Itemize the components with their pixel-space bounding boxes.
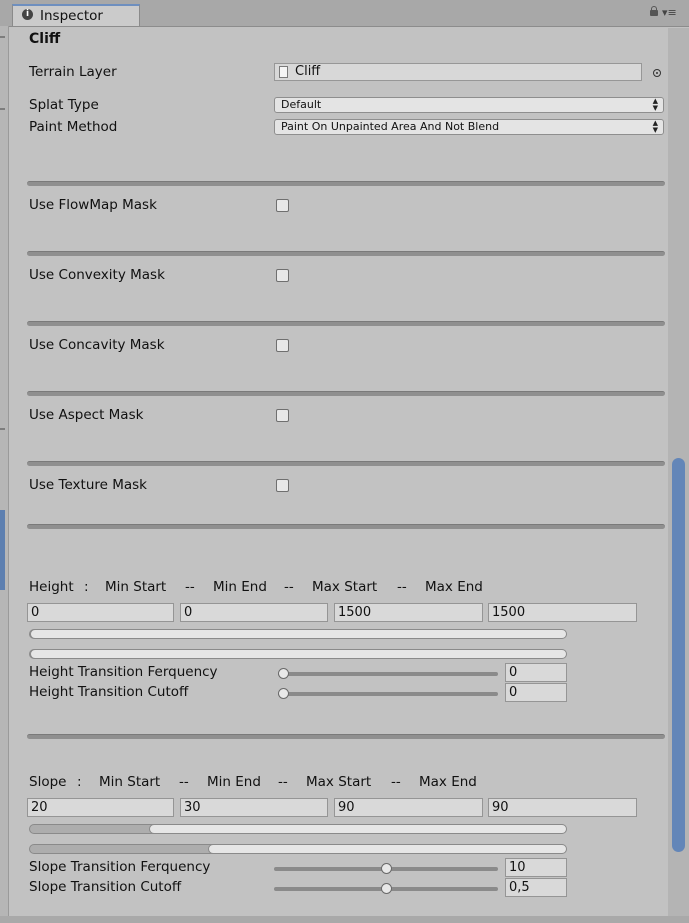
height-label: Height bbox=[29, 579, 74, 595]
height-colon: : bbox=[84, 579, 89, 595]
section-separator bbox=[27, 391, 665, 396]
splat-type-value: Default bbox=[281, 98, 322, 111]
scrollbar-thumb[interactable] bbox=[672, 458, 685, 852]
section-title: Cliff bbox=[29, 31, 61, 47]
height-transition-cutoff-field[interactable]: 0 bbox=[505, 683, 567, 702]
left-panel-scrollbar[interactable] bbox=[0, 510, 5, 590]
height-transition-frequency-field[interactable]: 0 bbox=[505, 663, 567, 682]
height-max-range-slider[interactable] bbox=[29, 649, 567, 659]
height-transition-cutoff-label: Height Transition Cutoff bbox=[29, 684, 189, 700]
slope-transition-frequency-field[interactable]: 10 bbox=[505, 858, 567, 877]
header-separator: -- bbox=[278, 774, 288, 790]
height-min-end-field[interactable]: 0 bbox=[180, 603, 328, 622]
splat-type-dropdown[interactable]: Default ▲ ▼ bbox=[274, 97, 664, 113]
height-min-start-field[interactable]: 0 bbox=[27, 603, 174, 622]
inspector-tab-bar: i Inspector ▾≡ bbox=[0, 0, 689, 27]
splat-type-label: Splat Type bbox=[29, 97, 99, 113]
convexity-mask-checkbox[interactable] bbox=[276, 269, 289, 282]
terrain-layer-label: Terrain Layer bbox=[29, 64, 117, 80]
bottom-edge bbox=[0, 916, 689, 923]
slope-header-min-start: Min Start bbox=[99, 774, 161, 790]
slider-thumb[interactable] bbox=[278, 688, 289, 699]
panel-edge-mark bbox=[0, 108, 5, 110]
height-header-max-start: Max Start bbox=[312, 579, 378, 595]
height-transition-frequency-label: Height Transition Ferquency bbox=[29, 664, 218, 680]
slope-header-max-end: Max End bbox=[419, 774, 477, 790]
section-separator bbox=[27, 181, 665, 186]
terrain-layer-value: Cliff bbox=[295, 64, 321, 79]
slope-min-range-fill[interactable] bbox=[148, 824, 567, 834]
lock-icon[interactable] bbox=[650, 6, 658, 16]
convexity-mask-label: Use Convexity Mask bbox=[29, 267, 165, 283]
dropdown-arrows-icon: ▲ ▼ bbox=[652, 97, 658, 112]
terrain-layer-field[interactable]: Cliff bbox=[274, 63, 642, 81]
header-separator: -- bbox=[179, 774, 189, 790]
aspect-mask-checkbox[interactable] bbox=[276, 409, 289, 422]
height-max-range-fill[interactable] bbox=[30, 649, 567, 659]
paint-method-label: Paint Method bbox=[29, 119, 118, 135]
height-max-start-field[interactable]: 1500 bbox=[334, 603, 483, 622]
slope-header-max-start: Max Start bbox=[306, 774, 372, 790]
slope-max-range-fill[interactable] bbox=[208, 844, 567, 854]
slider-thumb[interactable] bbox=[380, 863, 392, 874]
dropdown-arrows-icon: ▲ ▼ bbox=[652, 119, 658, 134]
slope-max-end-field[interactable]: 90 bbox=[488, 798, 637, 817]
aspect-mask-label: Use Aspect Mask bbox=[29, 407, 144, 423]
header-separator: -- bbox=[391, 774, 401, 790]
panel-edge-mark bbox=[0, 428, 5, 430]
slope-min-range-slider[interactable] bbox=[29, 824, 567, 834]
slope-label: Slope bbox=[29, 774, 67, 790]
header-separator: -- bbox=[284, 579, 294, 595]
slope-transition-cutoff-field[interactable]: 0,5 bbox=[505, 878, 567, 897]
slope-header-min-end: Min End bbox=[207, 774, 261, 790]
section-separator bbox=[27, 461, 665, 466]
height-header-min-end: Min End bbox=[213, 579, 267, 595]
paint-method-value: Paint On Unpainted Area And Not Blend bbox=[281, 120, 500, 133]
texture-mask-checkbox[interactable] bbox=[276, 479, 289, 492]
height-min-range-fill[interactable] bbox=[30, 629, 567, 639]
slope-range-header: Slope : Min Start -- Min End -- Max Star… bbox=[0, 774, 689, 790]
slope-transition-cutoff-label: Slope Transition Cutoff bbox=[29, 879, 182, 895]
file-icon bbox=[279, 66, 288, 78]
section-separator bbox=[27, 251, 665, 256]
flowmap-mask-label: Use FlowMap Mask bbox=[29, 197, 157, 213]
slider-thumb[interactable] bbox=[278, 668, 289, 679]
flowmap-mask-checkbox[interactable] bbox=[276, 199, 289, 212]
section-separator bbox=[27, 524, 665, 529]
height-range-header: Height : Min Start -- Min End -- Max Sta… bbox=[0, 579, 689, 595]
concavity-mask-checkbox[interactable] bbox=[276, 339, 289, 352]
section-separator bbox=[27, 321, 665, 326]
tab-label: Inspector bbox=[40, 8, 103, 24]
header-separator: -- bbox=[397, 579, 407, 595]
menu-icon[interactable]: ▾≡ bbox=[662, 7, 677, 18]
slope-transition-cutoff-slider[interactable] bbox=[274, 883, 498, 894]
slope-transition-frequency-slider[interactable] bbox=[274, 863, 498, 874]
height-max-end-field[interactable]: 1500 bbox=[488, 603, 637, 622]
tab-inspector[interactable]: i Inspector bbox=[12, 4, 140, 26]
slope-colon: : bbox=[77, 774, 82, 790]
height-header-min-start: Min Start bbox=[105, 579, 167, 595]
panel-edge-mark bbox=[0, 36, 5, 38]
info-icon: i bbox=[22, 9, 33, 20]
slope-transition-frequency-label: Slope Transition Ferquency bbox=[29, 859, 211, 875]
height-transition-frequency-slider[interactable] bbox=[278, 668, 498, 679]
height-header-max-end: Max End bbox=[425, 579, 483, 595]
slope-min-end-field[interactable]: 30 bbox=[180, 798, 328, 817]
object-picker-icon[interactable] bbox=[653, 69, 661, 77]
section-separator bbox=[27, 734, 665, 739]
slope-min-start-field[interactable]: 20 bbox=[27, 798, 174, 817]
slope-max-start-field[interactable]: 90 bbox=[334, 798, 483, 817]
height-min-range-slider[interactable] bbox=[29, 629, 567, 639]
slider-thumb[interactable] bbox=[380, 883, 392, 894]
concavity-mask-label: Use Concavity Mask bbox=[29, 337, 165, 353]
header-separator: -- bbox=[185, 579, 195, 595]
texture-mask-label: Use Texture Mask bbox=[29, 477, 147, 493]
paint-method-dropdown[interactable]: Paint On Unpainted Area And Not Blend ▲ ▼ bbox=[274, 119, 664, 135]
slope-max-range-slider[interactable] bbox=[29, 844, 567, 854]
height-transition-cutoff-slider[interactable] bbox=[278, 688, 498, 699]
